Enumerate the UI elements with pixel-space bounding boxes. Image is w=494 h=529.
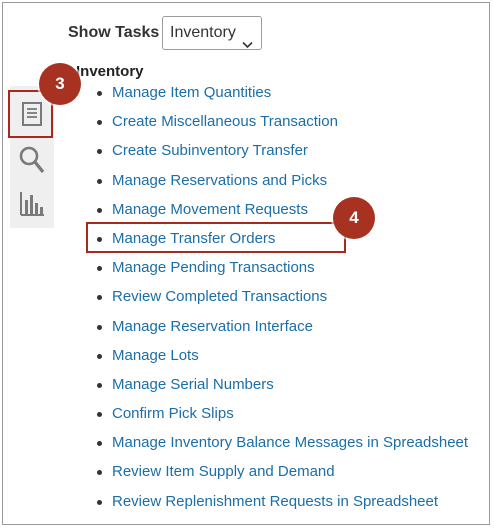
task-link-review-completed-transactions[interactable]: Review Completed Transactions [112,288,327,305]
bullet [97,382,102,388]
task-link-review-replenishment-requests[interactable]: Review Replenishment Requests in Spreads… [112,493,438,510]
bullet [97,207,102,213]
task-link-manage-reservations-and-picks[interactable]: Manage Reservations and Picks [112,172,327,189]
task-link-manage-serial-numbers[interactable]: Manage Serial Numbers [112,376,274,393]
task-link-create-subinventory-transfer[interactable]: Create Subinventory Transfer [112,142,308,159]
list-item: Manage Lots [95,346,468,375]
bullet [97,324,102,330]
task-list: Manage Item Quantities Create Miscellane… [95,83,468,521]
list-item: Review Replenishment Requests in Spreads… [95,492,468,521]
bullet [97,353,102,359]
transfer-orders-highlight [86,222,346,253]
list-item: Manage Item Quantities [95,83,468,112]
bullet [97,412,102,418]
task-link-manage-movement-requests[interactable]: Manage Movement Requests [112,201,308,218]
bullet [97,441,102,447]
task-link-review-item-supply-and-demand[interactable]: Review Item Supply and Demand [112,463,335,480]
task-link-create-miscellaneous-transaction[interactable]: Create Miscellaneous Transaction [112,113,338,130]
task-filter-value: Inventory [170,24,236,41]
list-item: Create Subinventory Transfer [95,141,468,170]
list-item: Confirm Pick Slips [95,404,468,433]
list-item: Manage Reservations and Picks [95,171,468,200]
task-link-manage-item-quantities[interactable]: Manage Item Quantities [112,84,271,101]
bullet [97,91,102,96]
bullet [97,120,102,126]
list-item: Review Item Supply and Demand [95,462,468,491]
task-link-confirm-pick-slips[interactable]: Confirm Pick Slips [112,405,234,422]
bullet [97,178,102,184]
task-link-manage-pending-transactions[interactable]: Manage Pending Transactions [112,259,315,276]
task-link-manage-reservation-interface[interactable]: Manage Reservation Interface [112,318,313,335]
step-3-badge: 3 [39,63,81,105]
step-4-badge: 4 [333,197,375,239]
bullet [97,266,102,272]
search-icon [18,145,46,175]
bar-chart-icon [18,190,46,218]
bullet [97,470,102,476]
task-link-manage-inventory-balance-messages[interactable]: Manage Inventory Balance Messages in Spr… [112,434,468,451]
bullet [97,499,102,505]
chevron-down-icon [242,29,253,61]
task-link-manage-lots[interactable]: Manage Lots [112,347,199,364]
list-item: Manage Reservation Interface [95,317,468,346]
list-item: Manage Serial Numbers [95,375,468,404]
bullet [97,149,102,155]
bullet [97,295,102,301]
task-filter-select[interactable]: Inventory [162,16,262,50]
show-tasks-label: Show Tasks [68,24,160,41]
search-rail-button[interactable] [10,138,54,182]
list-item: Review Completed Transactions [95,287,468,316]
list-item: Manage Pending Transactions [95,258,468,287]
list-item: Create Miscellaneous Transaction [95,112,468,141]
analytics-rail-button[interactable] [10,182,54,226]
task-group-title: Inventory [76,63,144,80]
list-item: Manage Inventory Balance Messages in Spr… [95,433,468,462]
